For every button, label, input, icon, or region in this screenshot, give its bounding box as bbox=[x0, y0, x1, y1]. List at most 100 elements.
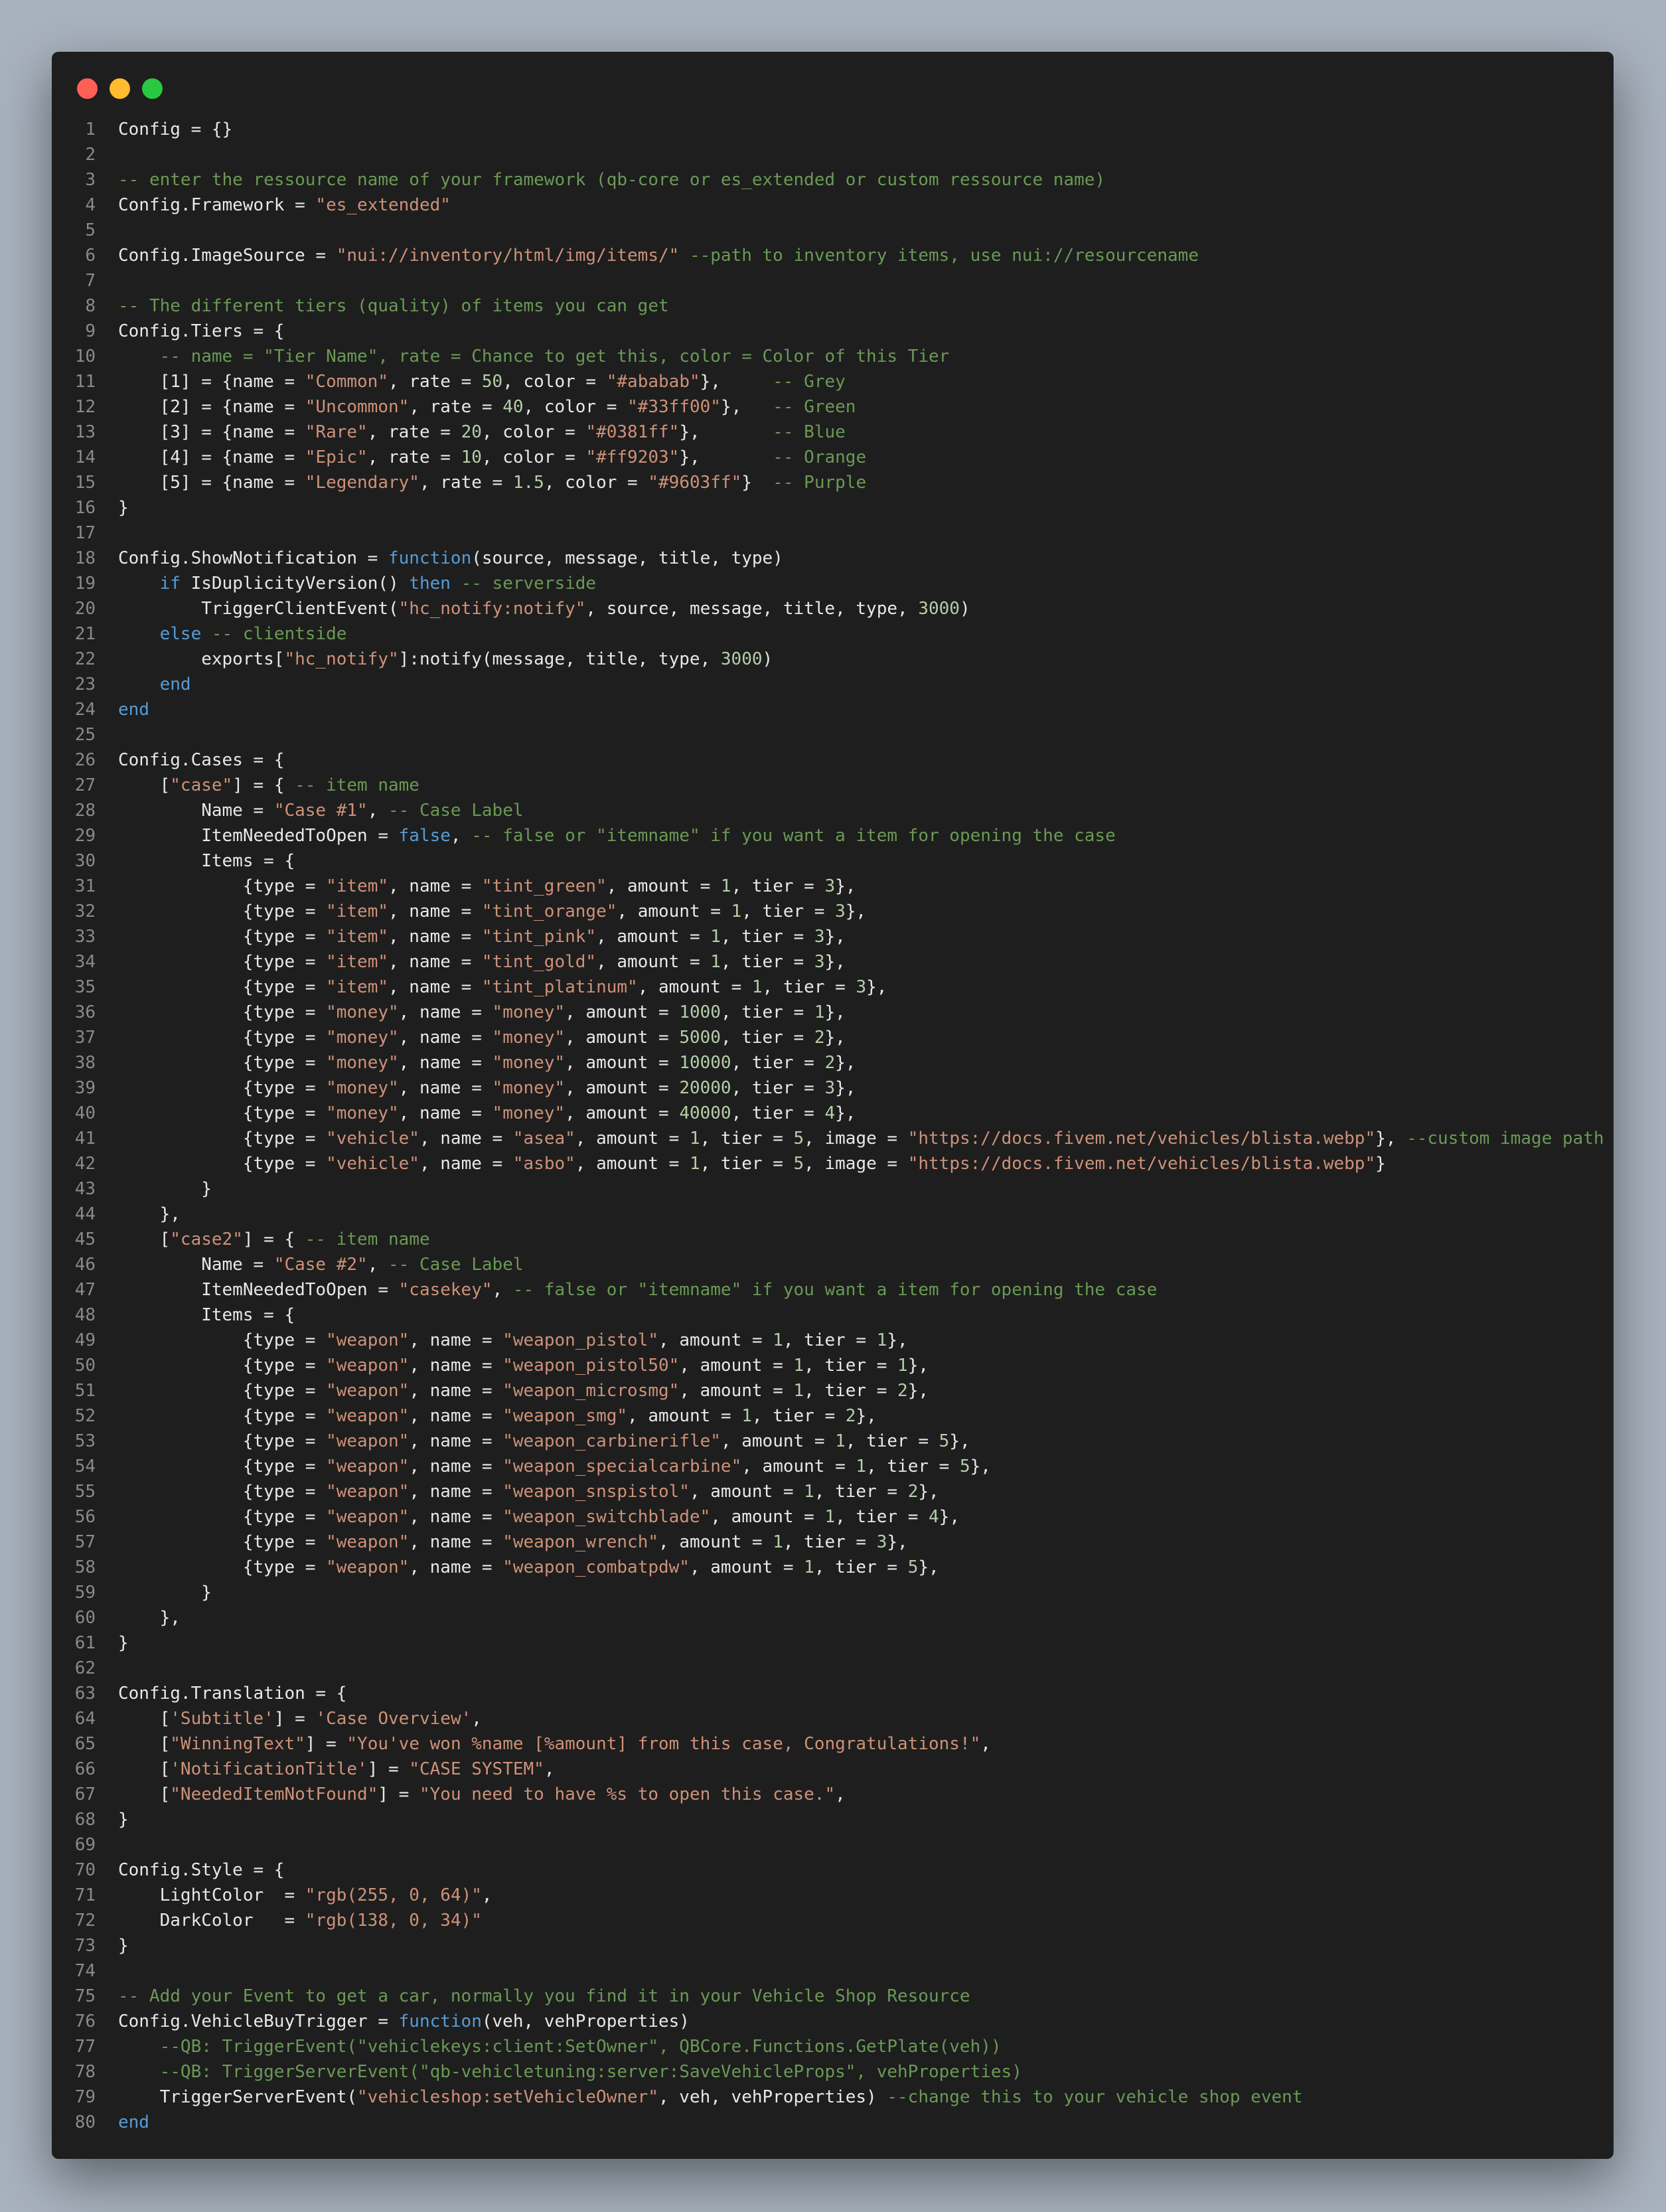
line-number: 75 bbox=[74, 1986, 96, 2006]
line-number: 67 bbox=[74, 1784, 96, 1804]
code-token: }, bbox=[824, 1002, 846, 1022]
code-line: 22 exports["hc_notify"]:notify(message, … bbox=[52, 647, 1614, 672]
code-token: "tint_platinum" bbox=[481, 977, 638, 997]
code-token: false bbox=[398, 826, 451, 846]
code-token: "weapon_carbinerifle" bbox=[502, 1431, 721, 1451]
code-token: [ bbox=[118, 1759, 171, 1779]
line-number: 80 bbox=[74, 2112, 96, 2132]
code-token: [ bbox=[118, 1784, 171, 1804]
code-token: {type = bbox=[118, 1431, 327, 1451]
code-line: 8 -- The different tiers (quality) of ite… bbox=[52, 293, 1614, 319]
code-token: , amount = bbox=[627, 1406, 742, 1426]
minimize-button[interactable] bbox=[110, 78, 130, 99]
code-token: "weapon_combatpdw" bbox=[502, 1557, 690, 1577]
line-number: 57 bbox=[74, 1532, 96, 1552]
code-token: "asea" bbox=[512, 1129, 575, 1148]
code-token: , bbox=[544, 1759, 555, 1779]
line-number: 18 bbox=[74, 548, 96, 568]
code-token: Name = bbox=[118, 1255, 274, 1275]
code-token: {type = bbox=[118, 1154, 327, 1174]
line-number: 56 bbox=[74, 1507, 96, 1527]
code-token: TriggerServerEvent( bbox=[118, 2087, 358, 2107]
line-source: } bbox=[96, 1176, 212, 1202]
line-source: {type = "weapon", name = "weapon_combatp… bbox=[96, 1555, 939, 1580]
code-token: , amount = bbox=[679, 1381, 794, 1401]
code-token: , color = bbox=[481, 422, 586, 442]
line-source: {type = "weapon", name = "weapon_microsm… bbox=[96, 1378, 929, 1403]
code-token: , color = bbox=[502, 372, 607, 392]
code-line: 74 bbox=[52, 1958, 1614, 1984]
code-token: , name = bbox=[388, 952, 482, 972]
line-source: {type = "money", name = "money", amount … bbox=[96, 1025, 846, 1050]
code-token: , bbox=[481, 1885, 492, 1905]
line-source: else -- clientside bbox=[96, 621, 347, 647]
line-source: ItemNeededToOpen = "casekey", -- false o… bbox=[96, 1277, 1157, 1303]
code-token: [ bbox=[118, 775, 171, 795]
code-token: , tier = bbox=[835, 1507, 929, 1527]
code-token: , amount = bbox=[617, 902, 731, 921]
code-token: } bbox=[741, 473, 773, 493]
code-token: , amount = bbox=[575, 1154, 690, 1174]
code-token: {type = bbox=[118, 1330, 327, 1350]
line-source: [5] = {name = "Legendary", rate = 1.5, c… bbox=[96, 470, 867, 495]
line-source: {type = "item", name = "tint_orange", am… bbox=[96, 899, 866, 924]
code-token: "Rare" bbox=[305, 422, 368, 442]
code-token: , amount = bbox=[565, 1078, 680, 1098]
line-source: [1] = {name = "Common", rate = 50, color… bbox=[96, 369, 846, 394]
line-number: 46 bbox=[74, 1255, 96, 1275]
code-token: , color = bbox=[481, 447, 586, 467]
code-token: 40 bbox=[502, 397, 524, 417]
code-token: 10 bbox=[461, 447, 482, 467]
code-line: 15 [5] = {name = "Legendary", rate = 1.5… bbox=[52, 470, 1614, 495]
code-token: -- item name bbox=[305, 1229, 430, 1249]
code-line: 4 Config.Framework = "es_extended" bbox=[52, 193, 1614, 218]
code-line: 19 if IsDuplicityVersion() then -- serve… bbox=[52, 571, 1614, 596]
line-source: -- The different tiers (quality) of item… bbox=[96, 293, 669, 319]
code-token: "weapon_specialcarbine" bbox=[502, 1457, 742, 1476]
close-button[interactable] bbox=[77, 78, 98, 99]
line-source: ["NeededItemNotFound"] = "You need to ha… bbox=[96, 1782, 846, 1807]
code-token: , rate = bbox=[419, 473, 513, 493]
code-token: 1 bbox=[856, 1457, 867, 1476]
line-source: ItemNeededToOpen = false, -- false or "i… bbox=[96, 823, 1116, 848]
code-token: 1 bbox=[793, 1356, 804, 1376]
code-line: 63 Config.Translation = { bbox=[52, 1681, 1614, 1706]
line-number: 6 bbox=[85, 246, 96, 266]
code-line: 55 {type = "weapon", name = "weapon_snsp… bbox=[52, 1479, 1614, 1504]
code-line: 32 {type = "item", name = "tint_orange",… bbox=[52, 899, 1614, 924]
line-number: 35 bbox=[74, 977, 96, 997]
code-editor[interactable]: 1 Config = {} 2 3 -- enter the ressource nam… bbox=[52, 117, 1614, 2135]
code-token: , tier = bbox=[731, 876, 825, 896]
code-token: "weapon" bbox=[326, 1406, 410, 1426]
line-number: 8 bbox=[85, 296, 96, 316]
line-source: -- enter the ressource name of your fram… bbox=[96, 167, 1105, 193]
code-token: "Epic" bbox=[305, 447, 368, 467]
line-number: 60 bbox=[74, 1608, 96, 1628]
line-number: 51 bbox=[74, 1381, 96, 1401]
line-number: 44 bbox=[74, 1204, 96, 1224]
code-token: , name = bbox=[398, 1053, 492, 1073]
code-token: , tier = bbox=[720, 952, 814, 972]
line-number: 33 bbox=[74, 927, 96, 947]
line-number: 3 bbox=[85, 170, 96, 190]
code-token: , amount = bbox=[658, 1330, 773, 1350]
code-token: 1 bbox=[689, 1129, 700, 1148]
code-line: 7 bbox=[52, 268, 1614, 293]
code-line: 31 {type = "item", name = "tint_green", … bbox=[52, 874, 1614, 899]
code-token: , amount = bbox=[679, 1356, 794, 1376]
maximize-button[interactable] bbox=[142, 78, 163, 99]
code-token: end bbox=[159, 674, 191, 694]
line-source: {type = "weapon", name = "weapon_special… bbox=[96, 1454, 991, 1479]
code-token: 1 bbox=[710, 952, 721, 972]
line-source: {type = "vehicle", name = "asea", amount… bbox=[96, 1126, 1604, 1151]
code-token: ] = bbox=[305, 1734, 347, 1754]
code-token: 1 bbox=[824, 1507, 836, 1527]
code-token: "money" bbox=[326, 1053, 399, 1073]
code-token: end bbox=[118, 2112, 149, 2132]
code-token: , amount = bbox=[720, 1431, 836, 1451]
code-token: , bbox=[471, 1709, 482, 1729]
code-line: 35 {type = "item", name = "tint_platinum… bbox=[52, 975, 1614, 1000]
line-source bbox=[96, 520, 118, 546]
code-line: 3 -- enter the ressource name of your fra… bbox=[52, 167, 1614, 193]
